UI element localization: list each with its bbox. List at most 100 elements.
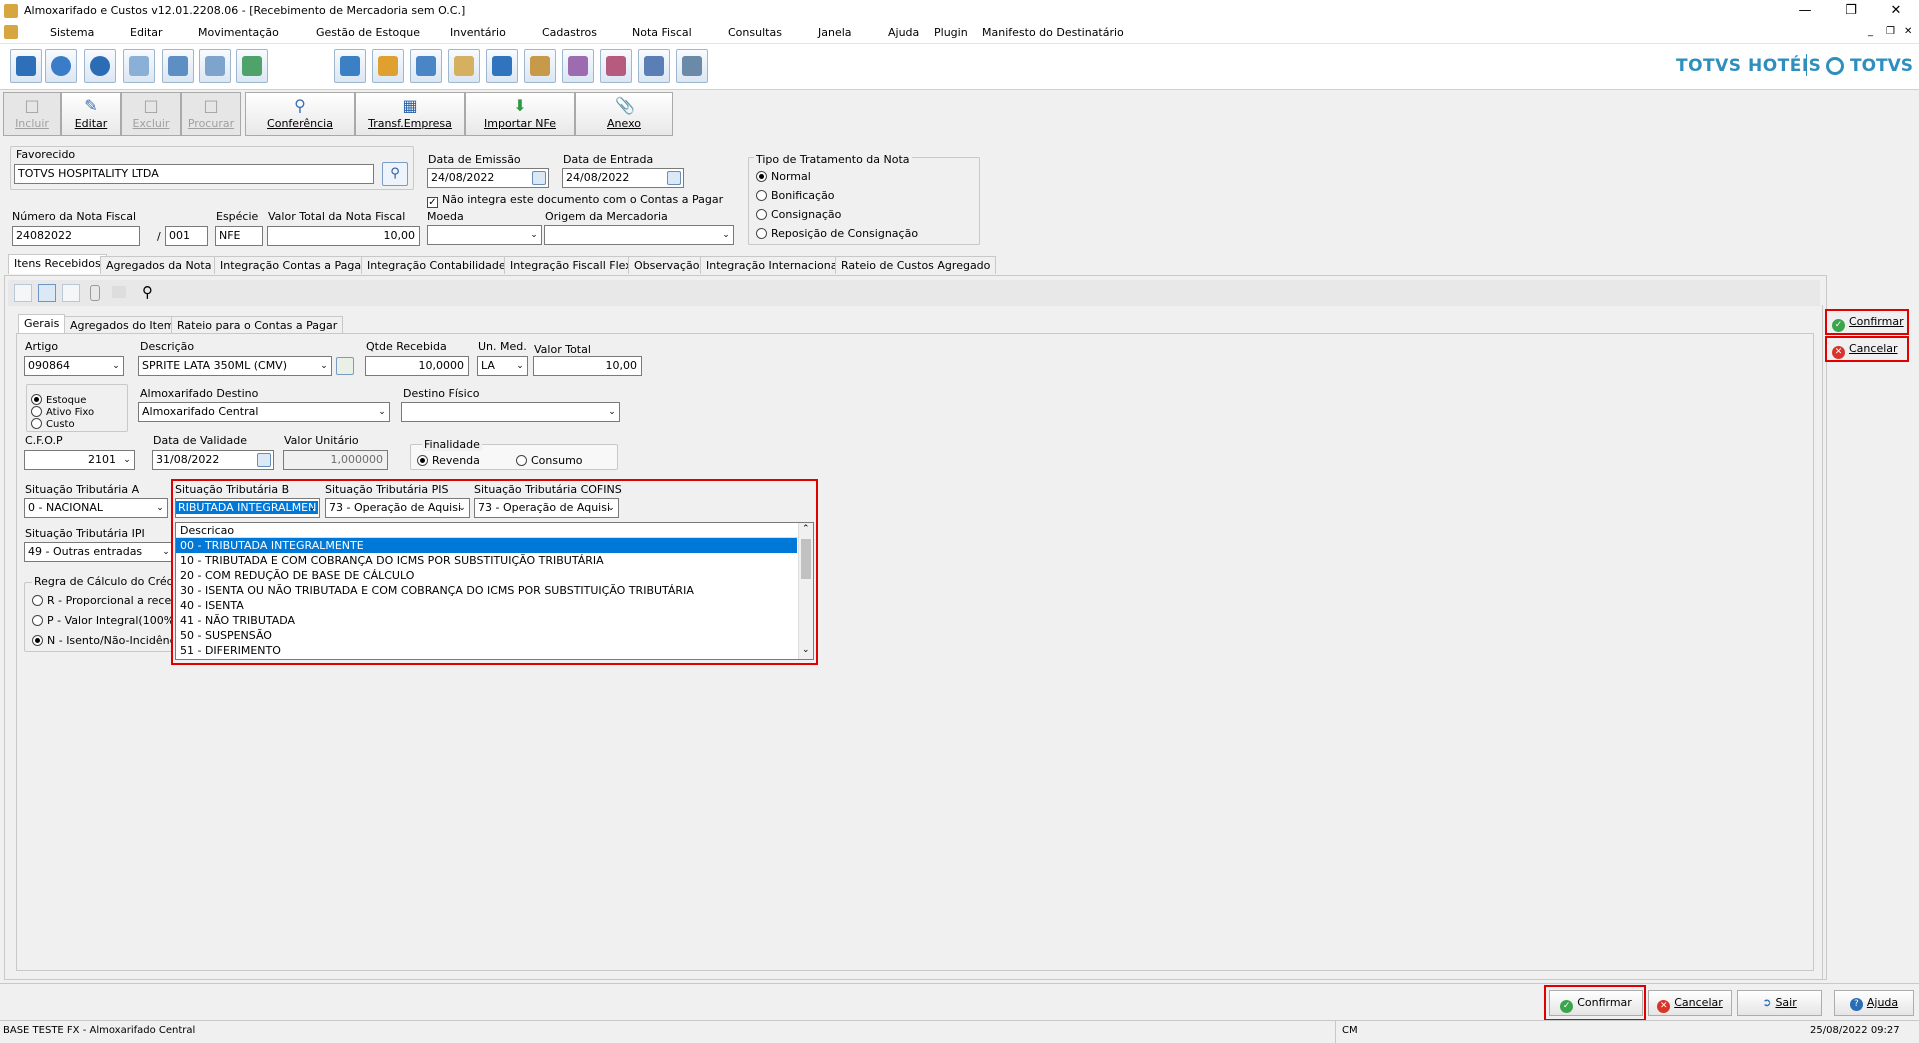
maximize-icon[interactable]: ❐: [1828, 0, 1874, 22]
sta-select[interactable]: 0 - NACIONAL ⌄: [24, 498, 168, 518]
menu-plugin[interactable]: Plugin: [934, 26, 968, 39]
menu-sistema[interactable]: Sistema: [50, 26, 94, 39]
menu-movimentacao[interactable]: Movimentação: [198, 26, 279, 39]
menu-manifesto[interactable]: Manifesto do Destinatário: [982, 26, 1124, 39]
menu-ajuda[interactable]: Ajuda: [888, 26, 919, 39]
close-icon[interactable]: ✕: [1873, 0, 1919, 22]
menu-inventario[interactable]: Inventário: [450, 26, 506, 39]
lock-item-icon[interactable]: [90, 285, 100, 301]
radio-consignacao[interactable]: Consignação: [756, 208, 841, 221]
vtotal-input[interactable]: 10,00: [533, 356, 642, 376]
menu-editar[interactable]: Editar: [130, 26, 163, 39]
calculator-icon[interactable]: [486, 49, 518, 83]
report-icon[interactable]: [562, 49, 594, 83]
descricao-select[interactable]: SPRITE LATA 350ML (CMV) ⌄: [138, 356, 332, 376]
radio-estoque[interactable]: Estoque: [31, 394, 86, 406]
grid-edit-icon[interactable]: [162, 49, 194, 83]
procurar-button[interactable]: □ Procurar: [181, 92, 241, 136]
cancelar-button[interactable]: ✕ Cancelar: [1648, 990, 1732, 1016]
mdi-minimize-icon[interactable]: _: [1868, 26, 1873, 37]
origem-select[interactable]: ⌄: [544, 225, 734, 245]
filter-icon[interactable]: ⚲: [142, 283, 153, 301]
menu-nota-fiscal[interactable]: Nota Fiscal: [632, 26, 692, 39]
stock-out-icon[interactable]: [334, 49, 366, 83]
mail-icon[interactable]: [199, 49, 231, 83]
ipi-select[interactable]: 49 - Outras entradas ⌄: [24, 542, 174, 562]
tab-integracao-internacional[interactable]: Integração Internacional: [700, 256, 847, 274]
menu-janela[interactable]: Janela: [818, 26, 852, 39]
radio-revenda[interactable]: Revenda: [417, 454, 480, 467]
menu-gestao-estoque[interactable]: Gestão de Estoque: [316, 26, 420, 39]
radio-bonificacao[interactable]: Bonificação: [756, 189, 835, 202]
chart-report-icon[interactable]: [600, 49, 632, 83]
mail-send-icon[interactable]: [236, 49, 268, 83]
calendar-icon[interactable]: [532, 171, 546, 185]
sair-button[interactable]: ➲ Sair: [1737, 990, 1822, 1016]
mdi-close-icon[interactable]: ✕: [1904, 26, 1912, 37]
tab-itens-recebidos[interactable]: Itens Recebidos: [8, 254, 107, 274]
calendar-icon[interactable]: [667, 171, 681, 185]
tab-integracao-contas[interactable]: Integração Contas a Pagar: [214, 256, 372, 274]
nf-input[interactable]: 24082022: [12, 226, 140, 246]
almox-select[interactable]: Almoxarifado Central ⌄: [138, 402, 390, 422]
serie-input[interactable]: 001: [165, 226, 208, 246]
radio-reposicao[interactable]: Reposição de Consignação: [756, 227, 918, 240]
ajuda-button[interactable]: ? Ajuda: [1834, 990, 1914, 1016]
tab-rateio-custos[interactable]: Rateio de Custos Agregado: [835, 256, 997, 274]
warehouse-icon[interactable]: [676, 49, 708, 83]
cfop-select[interactable]: 2101 ⌄: [24, 450, 135, 470]
radio-custo[interactable]: Custo: [31, 418, 75, 430]
valor-input[interactable]: 10,00: [267, 226, 420, 246]
radio-normal[interactable]: Normal: [756, 170, 811, 183]
mdi-restore-icon[interactable]: ❐: [1886, 26, 1895, 37]
subtab-gerais[interactable]: Gerais: [18, 314, 66, 334]
subtab-rateio[interactable]: Rateio para o Contas a Pagar: [171, 316, 344, 334]
destino-select[interactable]: ⌄: [401, 402, 620, 422]
artigo-select[interactable]: 090864 ⌄: [24, 356, 124, 376]
tab-agregados-nota[interactable]: Agregados da Nota: [100, 256, 218, 274]
document-icon[interactable]: [524, 49, 556, 83]
transf-empresa-button[interactable]: ▦ Transf.Empresa: [355, 92, 465, 136]
new-item-icon[interactable]: [14, 284, 32, 302]
edit-item-icon[interactable]: [38, 284, 56, 302]
incluir-button[interactable]: □ Incluir: [3, 92, 61, 136]
delete-item-icon[interactable]: [62, 284, 80, 302]
transfer-icon[interactable]: [410, 49, 442, 83]
hierarchy-icon[interactable]: [123, 49, 155, 83]
especie-input[interactable]: NFE: [215, 226, 263, 246]
favorecido-input[interactable]: TOTVS HOSPITALITY LTDA: [14, 164, 374, 184]
user-icon[interactable]: [45, 49, 77, 83]
menu-consultas[interactable]: Consultas: [728, 26, 782, 39]
minimize-icon[interactable]: —: [1782, 0, 1828, 22]
editar-button[interactable]: ✎ Editar: [61, 92, 121, 136]
emissao-input[interactable]: 24/08/2022: [427, 168, 549, 188]
radio-regra-n[interactable]: N - Isento/Não-Incidência: [32, 634, 185, 647]
radio-consumo[interactable]: Consumo: [516, 454, 583, 467]
radio-regra-p[interactable]: P - Valor Integral(100%): [32, 614, 178, 627]
radio-regra-r[interactable]: R - Proporcional a receita: [32, 594, 185, 607]
tab-integracao-contabilidade[interactable]: Integração Contabilidade: [361, 256, 512, 274]
copy-item-icon[interactable]: [112, 286, 126, 298]
stock-in-icon[interactable]: [372, 49, 404, 83]
search-icon[interactable]: ⚲: [382, 162, 408, 186]
config-report-icon[interactable]: [638, 49, 670, 83]
radio-ativo-fixo[interactable]: Ativo Fixo: [31, 406, 94, 418]
clipboard-icon[interactable]: [448, 49, 480, 83]
anexo-button[interactable]: 📎 Anexo: [575, 92, 673, 136]
qtde-input[interactable]: 10,0000: [365, 356, 469, 376]
importar-nfe-button[interactable]: ⬇ Importar NFe: [465, 92, 575, 136]
validade-input[interactable]: 31/08/2022: [152, 450, 274, 470]
moeda-select[interactable]: ⌄: [427, 225, 542, 245]
add-item-icon[interactable]: [336, 357, 354, 375]
entrada-input[interactable]: 24/08/2022: [562, 168, 684, 188]
un-select[interactable]: LA ⌄: [477, 356, 528, 376]
help-icon[interactable]: [84, 49, 116, 83]
nao-integra-checkbox[interactable]: ✓ Não integra este documento com o Contas…: [427, 193, 723, 208]
conferencia-button[interactable]: ⚲ Conferência: [245, 92, 355, 136]
tab-observacao[interactable]: Observação: [628, 256, 706, 274]
calendar-icon[interactable]: [257, 453, 271, 467]
excluir-button[interactable]: □ Excluir: [121, 92, 181, 136]
exit-icon[interactable]: [10, 49, 42, 83]
tab-integracao-fiscal[interactable]: Integração Fiscall Flex: [504, 256, 638, 274]
menu-cadastros[interactable]: Cadastros: [542, 26, 597, 39]
